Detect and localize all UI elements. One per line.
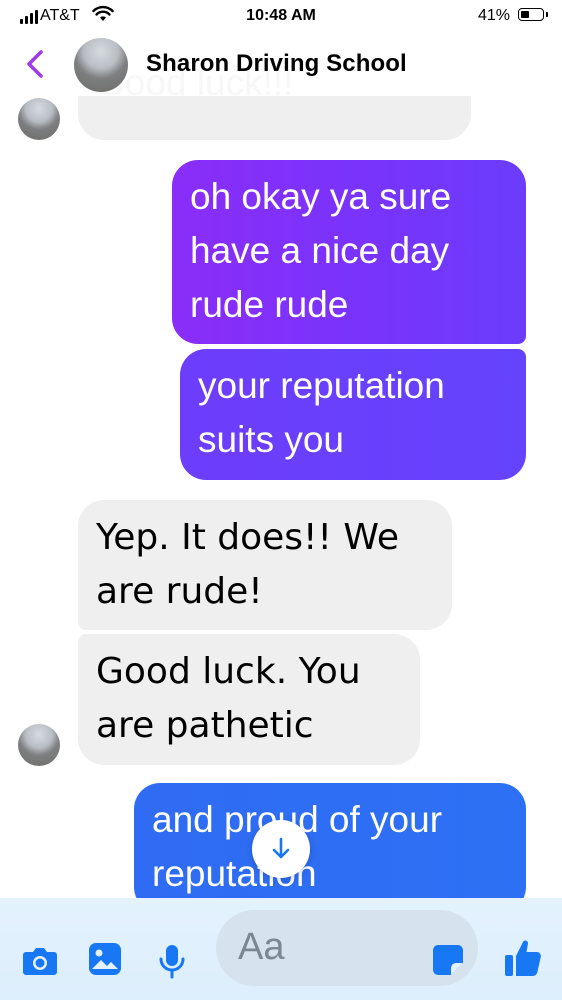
sender-avatar[interactable] xyxy=(18,98,60,140)
battery-percent: 41% xyxy=(478,7,511,24)
thumbs-up-icon xyxy=(505,940,541,977)
chevron-left-icon xyxy=(27,50,43,78)
message-text: Good luck. You are pathetic xyxy=(96,651,361,746)
battery-fill xyxy=(521,11,529,18)
message-text: Yep. It does!! We are rude! xyxy=(96,517,399,612)
message-bubble-outgoing[interactable]: oh okay ya sure have a nice day rude rud… xyxy=(172,160,526,344)
like-button[interactable] xyxy=(504,938,542,983)
sticker-button[interactable] xyxy=(432,944,464,981)
sticker-icon xyxy=(433,945,463,975)
scroll-to-bottom-button[interactable] xyxy=(252,820,310,878)
photo-icon xyxy=(89,943,121,975)
back-button[interactable] xyxy=(20,44,50,84)
microphone-button[interactable] xyxy=(158,944,186,985)
message-text: your reputation suits you xyxy=(198,365,445,460)
status-bar: AT&T 10:48 AM 41% xyxy=(0,0,562,34)
message-bubble-outgoing[interactable]: your reputation suits you xyxy=(180,349,526,480)
message-text: oh okay ya sure have a nice day rude rud… xyxy=(190,176,452,325)
battery-icon xyxy=(518,8,544,21)
photo-button[interactable] xyxy=(88,942,122,981)
contact-name[interactable]: Sharon Driving School xyxy=(146,50,407,78)
battery-tip xyxy=(546,12,548,17)
microphone-icon xyxy=(159,945,185,979)
arrow-down-icon xyxy=(272,837,290,859)
message-input-placeholder: Aa xyxy=(238,926,285,968)
message-bubble-outgoing[interactable]: and proud of your reputation xyxy=(134,783,526,913)
conversation-header: Sharon Driving School xyxy=(0,34,562,96)
sender-avatar[interactable] xyxy=(18,724,60,766)
contact-avatar[interactable] xyxy=(74,38,128,92)
message-bubble-incoming[interactable]: Good luck. You are pathetic xyxy=(78,634,420,765)
message-bubble-incoming[interactable]: Yep. It does!! We are rude! xyxy=(78,500,452,630)
camera-icon xyxy=(23,948,57,975)
camera-button[interactable] xyxy=(22,946,58,981)
message-composer: Aa xyxy=(0,898,562,1000)
